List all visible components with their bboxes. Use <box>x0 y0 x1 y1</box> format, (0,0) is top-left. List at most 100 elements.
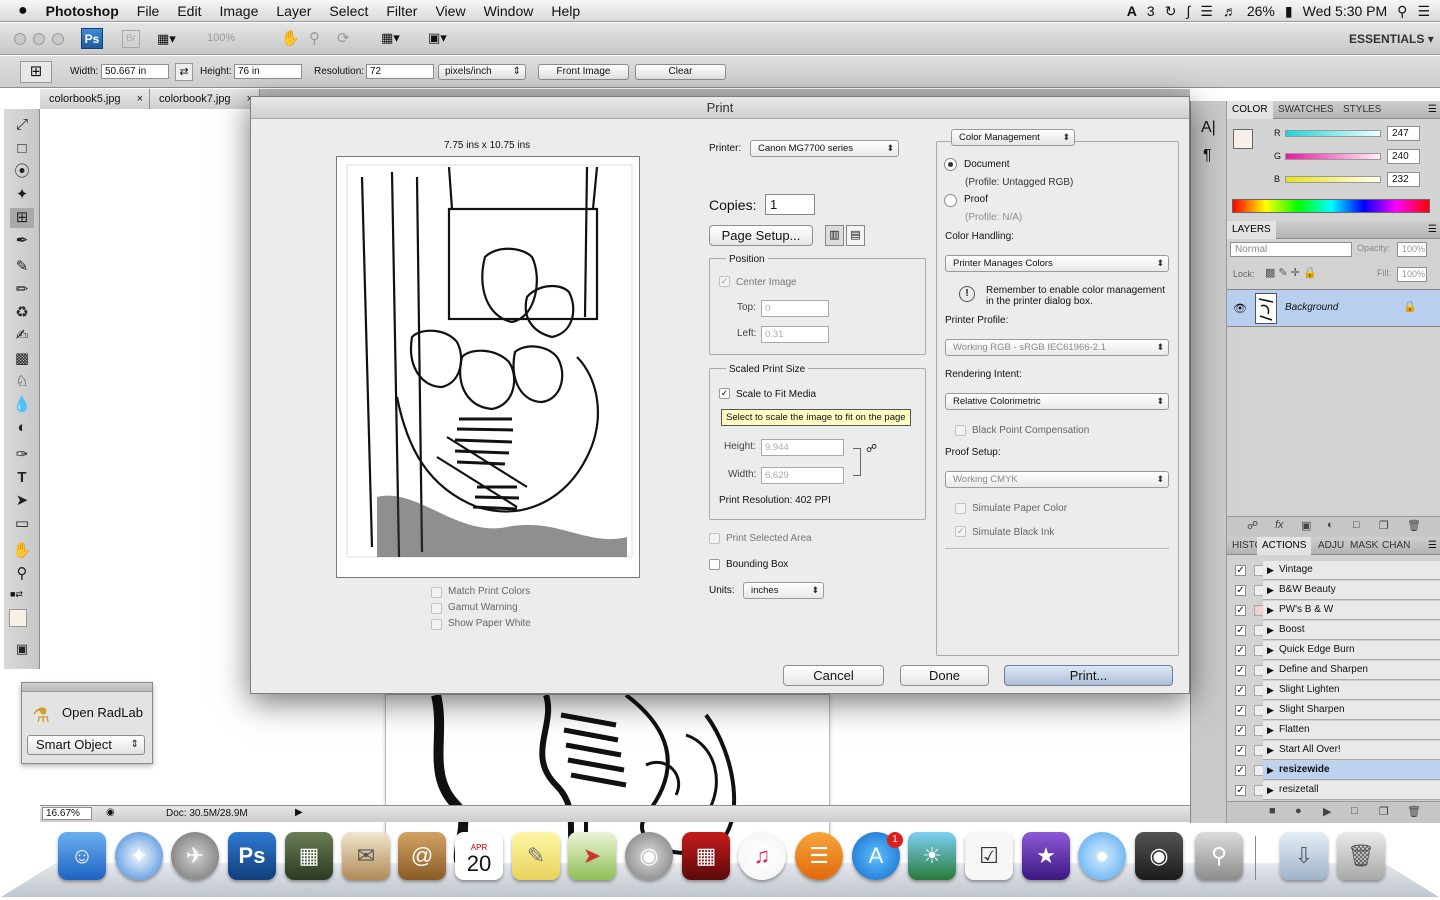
cancel-button[interactable]: Cancel <box>783 665 884 686</box>
close-window-button[interactable] <box>14 33 26 45</box>
mail-icon[interactable]: ✉ <box>342 832 390 880</box>
blend-mode-select[interactable]: Normal <box>1230 242 1352 257</box>
expand-triangle-icon[interactable]: ▶ <box>1267 661 1274 679</box>
sync-icon[interactable]: ↻ <box>1165 3 1177 20</box>
link-icon[interactable]: ☍ <box>866 442 877 455</box>
status-arrow-icon[interactable]: ▶ <box>295 807 303 818</box>
foreground-color-swatch[interactable] <box>9 609 27 627</box>
expand-triangle-icon[interactable]: ▶ <box>1267 701 1274 719</box>
pen-tool-icon[interactable]: ✑ <box>10 445 34 465</box>
menu-view[interactable]: View <box>426 3 474 19</box>
crop-tool-preset-icon[interactable]: ⊞ <box>20 61 52 83</box>
lasso-tool-icon[interactable]: ⦿ <box>10 162 34 182</box>
eraser-tool-icon[interactable]: ▩ <box>10 349 34 369</box>
proof-radio[interactable] <box>944 194 957 207</box>
bounding-box-checkbox[interactable] <box>709 559 720 570</box>
match-print-colors-checkbox[interactable] <box>431 587 442 598</box>
view-extras-icon[interactable]: ▦▾ <box>157 31 176 47</box>
printer-profile-select[interactable]: Working RGB - sRGB IEC61966-2.1 <box>945 339 1169 356</box>
tab-colorbook5[interactable]: colorbook5.jpg × <box>40 89 150 109</box>
spotlight-icon[interactable]: ⚲ <box>1397 3 1407 20</box>
new-action-icon[interactable]: ❐ <box>1379 805 1389 818</box>
maps-icon[interactable]: ➤ <box>568 832 616 880</box>
expand-triangle-icon[interactable]: ▶ <box>1267 561 1274 579</box>
simulate-paper-checkbox[interactable] <box>955 503 966 514</box>
height-input[interactable]: 9.944 <box>761 439 844 456</box>
action-toggle-checkbox[interactable]: ✓ <box>1235 605 1246 616</box>
dodge-tool-icon[interactable]: ◐ <box>10 418 34 438</box>
volume-icon[interactable]: ♬ <box>1223 3 1237 19</box>
action-toggle-checkbox[interactable]: ✓ <box>1235 625 1246 636</box>
shape-tool-icon[interactable]: ▭ <box>10 514 34 534</box>
calendar-icon[interactable]: APR 20 <box>455 832 503 880</box>
swap-dimensions-icon[interactable]: ⇄ <box>175 63 193 81</box>
action-row[interactable]: ▶ Define and Sharpen <box>1263 661 1440 680</box>
zoom-level[interactable]: 100% <box>207 32 235 44</box>
menu-image[interactable]: Image <box>210 3 267 19</box>
tab-layers[interactable]: LAYERS <box>1227 221 1276 239</box>
panel-menu-icon[interactable]: ☰ <box>1428 104 1437 115</box>
adobe-icon[interactable]: A <box>1127 3 1137 19</box>
notification-center-icon[interactable]: ☰ <box>1417 3 1430 20</box>
bridge-button[interactable]: Br <box>122 30 140 48</box>
apple-menu-icon[interactable]: ● <box>0 2 37 20</box>
battery-percent[interactable]: 26% <box>1247 3 1275 19</box>
action-row[interactable]: ▶ resizetall <box>1263 781 1440 800</box>
wifi-icon[interactable]: ☰ <box>1200 3 1213 20</box>
fill-input[interactable]: 100% <box>1397 267 1427 282</box>
expand-triangle-icon[interactable]: ▶ <box>1267 641 1274 659</box>
status-menu-icon[interactable]: ◉ <box>106 807 115 818</box>
finder-icon[interactable]: ☺ <box>58 832 106 880</box>
add-mask-icon[interactable]: ▣ <box>1301 519 1311 532</box>
notification-count[interactable]: 3 <box>1147 3 1155 19</box>
r-value[interactable]: 247 <box>1387 126 1420 141</box>
workspace-switcher[interactable]: ESSENTIALS ▾ <box>1349 32 1434 46</box>
menu-help[interactable]: Help <box>542 3 589 19</box>
healing-brush-tool-icon[interactable]: ✎ <box>10 257 34 277</box>
minimize-window-button[interactable] <box>33 33 45 45</box>
layer-row-background[interactable]: 👁 Background 🔒 <box>1227 289 1440 327</box>
downloads-stack-icon[interactable]: ⇩ <box>1280 832 1328 880</box>
simulate-ink-checkbox[interactable]: ✓ <box>955 526 966 537</box>
expand-triangle-icon[interactable]: ▶ <box>1267 621 1274 639</box>
default-colors-icon[interactable]: ■⇄ <box>10 589 23 600</box>
action-toggle-checkbox[interactable]: ✓ <box>1235 785 1246 796</box>
battery-icon[interactable]: ▮ <box>1285 3 1293 20</box>
color-management-select[interactable]: Color Management <box>951 129 1075 146</box>
foreground-color-swatch[interactable] <box>1233 129 1253 149</box>
bluetooth-icon[interactable]: ∫ <box>1186 3 1190 19</box>
action-row[interactable]: ▶ Quick Edge Burn <box>1263 641 1440 660</box>
b-slider[interactable] <box>1285 176 1381 183</box>
zoom-tool-icon[interactable]: ⚲ <box>309 29 320 47</box>
launchpad-icon[interactable]: ✈ <box>171 832 219 880</box>
imovie-icon[interactable]: ★ <box>1022 832 1070 880</box>
record-icon[interactable]: ● <box>1295 805 1302 817</box>
action-row[interactable]: ▶ Start All Over! <box>1263 741 1440 760</box>
paint-bucket-tool-icon[interactable]: ♘ <box>10 372 34 392</box>
lock-icons[interactable]: ▩ ✎ ✛ 🔒 <box>1265 266 1317 279</box>
g-value[interactable]: 240 <box>1387 149 1420 164</box>
history-brush-tool-icon[interactable]: ✍ <box>10 326 34 346</box>
rendering-intent-select[interactable]: Relative Colorimetric <box>945 393 1169 410</box>
action-row[interactable]: ▶ resizewide <box>1263 761 1440 780</box>
opacity-input[interactable]: 100% <box>1397 242 1427 257</box>
camera-app-icon[interactable]: ◉ <box>1135 832 1183 880</box>
eye-icon[interactable]: 👁 <box>1233 302 1247 315</box>
action-toggle-checkbox[interactable]: ✓ <box>1235 745 1246 756</box>
print-preview[interactable] <box>336 156 640 578</box>
proof-setup-select[interactable]: Working CMYK <box>945 471 1169 488</box>
tab-adjustments[interactable]: ADJU <box>1313 537 1349 555</box>
screen-mode-icon[interactable]: ▣▾ <box>428 30 447 46</box>
gamut-warning-checkbox[interactable] <box>431 603 442 614</box>
arrange-documents-icon[interactable]: ▦▾ <box>381 30 400 46</box>
menu-window[interactable]: Window <box>475 3 543 19</box>
width-input[interactable]: 6.629 <box>761 467 844 484</box>
tab-actions[interactable]: ACTIONS <box>1257 537 1312 555</box>
preview-icon[interactable]: ⚲ <box>1195 832 1243 880</box>
brush-tool-icon[interactable]: ✏ <box>10 280 34 300</box>
tab-colorbook7[interactable]: colorbook7.jpg× <box>150 89 260 109</box>
action-toggle-checkbox[interactable]: ✓ <box>1235 685 1246 696</box>
rotate-view-icon[interactable]: ⟳ <box>337 29 350 47</box>
color-spectrum-bar[interactable] <box>1232 199 1430 213</box>
close-icon[interactable]: × <box>137 89 143 109</box>
